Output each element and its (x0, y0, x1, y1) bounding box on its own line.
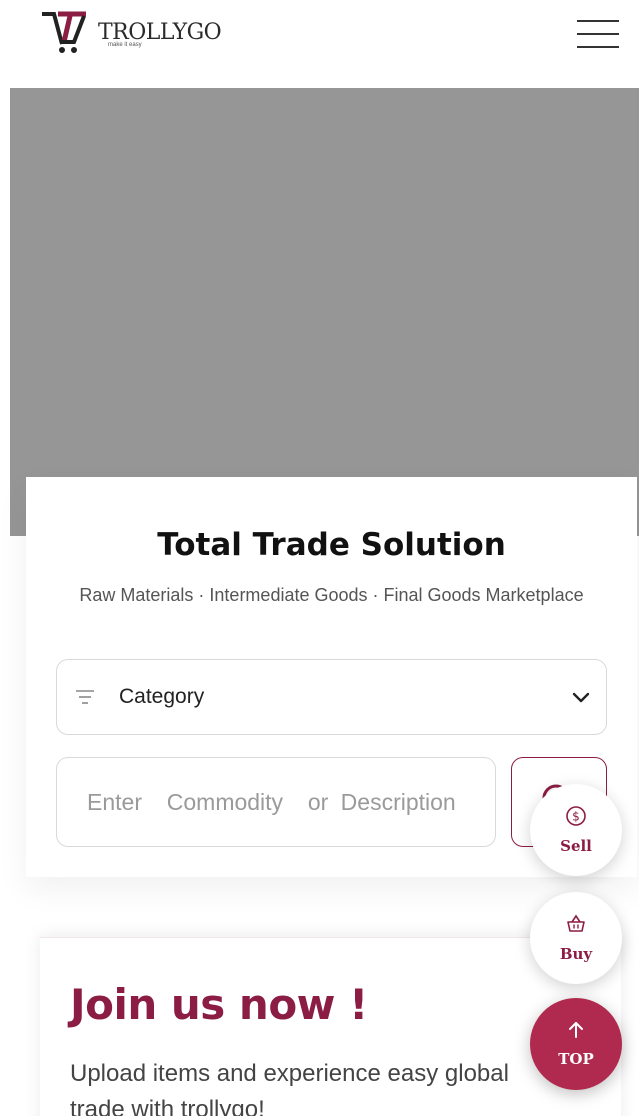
buy-label: Buy (559, 945, 593, 963)
filter-icon (75, 687, 95, 707)
basket-icon (565, 913, 587, 939)
dollar-coin-icon: $ (565, 805, 587, 831)
svg-text:$: $ (572, 810, 580, 824)
join-text: Upload items and experience easy global … (70, 1060, 509, 1116)
sell-button[interactable]: $ Sell (530, 784, 622, 876)
arrow-up-icon (566, 1020, 586, 1044)
category-label: Category (119, 685, 205, 708)
scroll-top-button[interactable]: TOP (530, 998, 622, 1090)
brand-logo[interactable]: TROLLYGO make it easy (40, 8, 222, 56)
top-label: TOP (558, 1050, 594, 1068)
hamburger-menu-icon[interactable] (577, 18, 619, 50)
trolley-logo-icon (40, 8, 94, 56)
sell-label: Sell (560, 837, 592, 855)
site-header: TROLLYGO make it easy (0, 0, 639, 88)
join-title: Join us now ! (70, 980, 368, 1029)
brand-tagline: make it easy (108, 42, 142, 48)
card-title: Total Trade Solution (157, 527, 506, 563)
chevron-down-icon (570, 686, 592, 708)
hero-banner (10, 88, 639, 536)
search-input[interactable] (56, 757, 496, 847)
card-subtitle: Raw Materials · Intermediate Goods · Fin… (79, 585, 584, 605)
category-select[interactable]: Category (56, 659, 607, 735)
buy-button[interactable]: Buy (530, 892, 622, 984)
